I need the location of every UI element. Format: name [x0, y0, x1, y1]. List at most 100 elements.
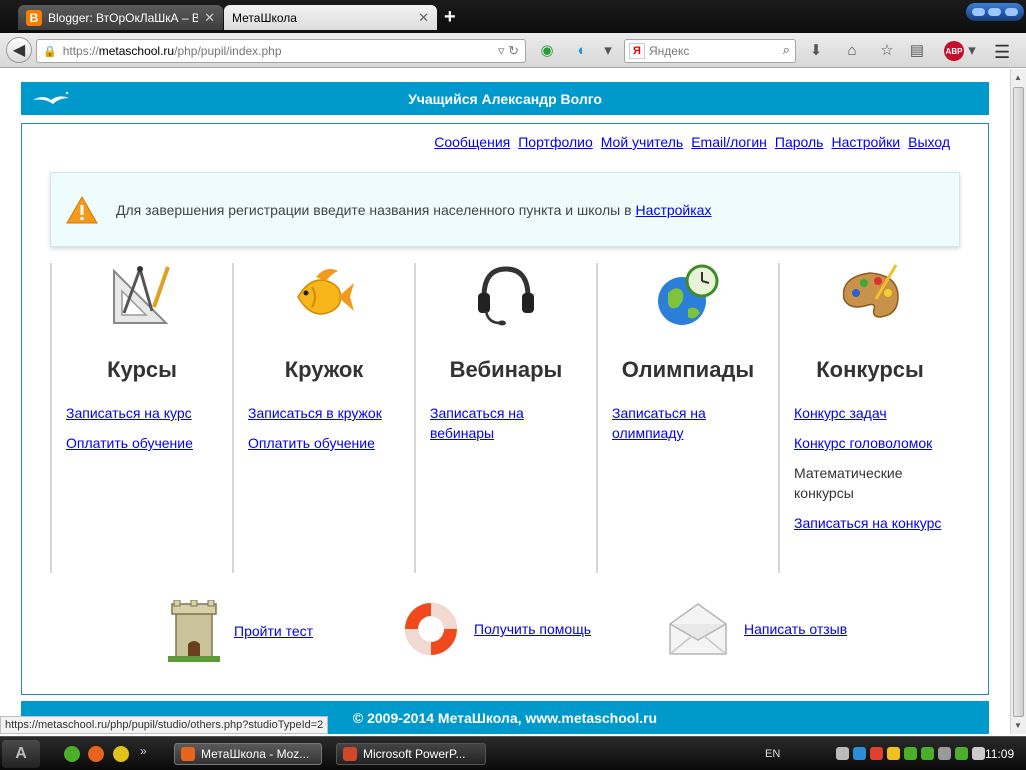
tab-title: Blogger: ВтОрОкЛаШкА – В... — [48, 10, 199, 25]
back-button[interactable]: ◀ — [6, 37, 32, 63]
section-courses: Курсы Записаться на курс Оплатить обучен… — [50, 263, 232, 573]
section-olympiads: Олимпиады Записаться на олимпиаду — [596, 263, 778, 573]
nav-settings[interactable]: Настройки — [831, 134, 900, 150]
new-tab-icon[interactable]: + — [444, 6, 456, 29]
section-links: Записаться на вебинары — [430, 403, 588, 453]
section-webinars: Вебинары Записаться на вебинары — [414, 263, 596, 573]
tray-icon[interactable] — [938, 747, 951, 760]
pay-tuition-link[interactable]: Оплатить обучение — [248, 435, 375, 451]
download-icon[interactable]: ⬇ — [806, 41, 826, 61]
tab-metaschool[interactable]: МетаШкола ✕ — [224, 5, 437, 30]
task-firefox[interactable]: МетаШкола - Moz... — [174, 743, 322, 765]
search-icon[interactable]: ⌕ — [783, 42, 790, 58]
start-button[interactable]: A — [2, 740, 40, 768]
nav-password[interactable]: Пароль — [775, 134, 824, 150]
vertical-scrollbar[interactable]: ▲ ▼ — [1010, 69, 1026, 734]
headset-icon — [478, 266, 534, 326]
nav-my-teacher[interactable]: Мой учитель — [601, 134, 683, 150]
url-path: /php/pupil/index.php — [174, 44, 282, 58]
enroll-olympiad-link[interactable]: Записаться на олимпиаду — [612, 405, 706, 441]
scroll-down-icon[interactable]: ▼ — [1014, 721, 1022, 730]
reload-icon[interactable]: ▿ ↻ — [498, 43, 519, 59]
volume-icon[interactable] — [972, 747, 985, 760]
lifebuoy-icon — [405, 603, 457, 655]
adblock-icon[interactable]: ABP — [944, 41, 964, 61]
page-header: Учащийся Александр Волго — [21, 82, 989, 115]
tray-icon[interactable] — [887, 747, 900, 760]
scrollbar-thumb[interactable] — [1013, 87, 1024, 717]
browser-tab-bar: B Blogger: ВтОрОкЛаШкА – В... ✕ МетаШкол… — [0, 0, 1026, 33]
registration-alert: Для завершения регистрации введите назва… — [50, 172, 960, 247]
star-icon[interactable]: ☆ — [877, 41, 897, 61]
search-placeholder: Яндекс — [649, 44, 690, 58]
section-links: Записаться в кружок Оплатить обучение — [248, 403, 406, 463]
get-help-link[interactable]: Получить помощь — [474, 621, 591, 637]
home-icon[interactable]: ⌂ — [842, 41, 862, 61]
extension-icon[interactable]: ◐ — [572, 41, 592, 61]
scroll-up-icon[interactable]: ▲ — [1014, 73, 1022, 82]
tray-icon[interactable] — [955, 747, 968, 760]
section-links: Записаться на олимпиаду — [612, 403, 770, 453]
firefox-icon[interactable] — [88, 746, 104, 762]
browser-nav-bar: ◀ 🔒 https:// metaschool.ru /php/pupil/in… — [0, 33, 1026, 68]
tab-blogger[interactable]: B Blogger: ВтОрОкЛаШкА – В... ✕ — [18, 5, 223, 30]
envelope-icon — [669, 603, 727, 655]
enroll-club-link[interactable]: Записаться в кружок — [248, 405, 382, 421]
pay-tuition-link[interactable]: Оплатить обучение — [66, 435, 193, 451]
nav-email-login[interactable]: Email/логин — [691, 134, 767, 150]
taskbar: A » МетаШкола - Moz... Microsoft PowerP.… — [0, 736, 1026, 770]
tray-icon[interactable] — [836, 747, 849, 760]
torrent-icon[interactable] — [64, 746, 80, 762]
nav-messages[interactable]: Сообщения — [434, 134, 510, 150]
tray-icon[interactable] — [921, 747, 934, 760]
puzzle-contest-link[interactable]: Конкурс головоломок — [794, 435, 932, 451]
tray-icon[interactable] — [870, 747, 883, 760]
section-club: Кружок Записаться в кружок Оплатить обуч… — [232, 263, 414, 573]
problem-contest-link[interactable]: Конкурс задач — [794, 405, 887, 421]
bird-logo-icon — [33, 91, 69, 104]
task-label: МетаШкола - Moz... — [201, 747, 310, 761]
close-icon[interactable]: ✕ — [204, 10, 215, 26]
write-review-link[interactable]: Написать отзыв — [744, 621, 847, 637]
search-bar[interactable]: Я Яндекс ⌕ — [624, 39, 796, 63]
take-test-item: Пройти тест — [168, 600, 313, 662]
close-icon[interactable]: ✕ — [418, 10, 429, 26]
system-tray — [836, 747, 985, 760]
drafting-tools-icon — [113, 266, 170, 324]
chevron-down-icon[interactable]: ▾ — [962, 41, 982, 61]
sections-row: Курсы Записаться на курс Оплатить обучен… — [50, 263, 960, 573]
task-powerpoint[interactable]: Microsoft PowerP... — [336, 743, 486, 765]
take-test-link[interactable]: Пройти тест — [234, 623, 313, 639]
write-review-item: Написать отзыв — [666, 600, 847, 658]
yandex-icon: Я — [629, 43, 645, 59]
enroll-contest-link[interactable]: Записаться на конкурс — [794, 515, 941, 531]
section-contests: Конкурсы Конкурс задач Конкурс головолом… — [778, 263, 960, 573]
extension-icon[interactable]: ◉ — [537, 41, 557, 61]
enroll-course-link[interactable]: Записаться на курс — [66, 405, 192, 421]
palette-icon — [842, 264, 899, 318]
alert-settings-link[interactable]: Настройках — [636, 202, 712, 218]
chrome-icon[interactable] — [113, 746, 129, 762]
alert-text: Для завершения регистрации введите назва… — [116, 201, 632, 218]
nav-logout[interactable]: Выход — [908, 134, 950, 150]
bottom-actions: Пройти тест Получить помощь Написать отз… — [50, 592, 960, 672]
top-nav: Сообщения Портфолио Мой учитель Email/ло… — [434, 134, 950, 150]
window-controls[interactable] — [966, 3, 1024, 21]
reading-list-icon[interactable]: ▤ — [907, 41, 927, 61]
task-label: Microsoft PowerP... — [363, 747, 466, 761]
language-indicator[interactable]: EN — [765, 748, 780, 760]
tray-icon[interactable] — [853, 747, 866, 760]
url-bar[interactable]: 🔒 https:// metaschool.ru /php/pupil/inde… — [36, 39, 526, 63]
fish-icon — [297, 269, 354, 315]
tray-icon[interactable] — [904, 747, 917, 760]
menu-icon[interactable]: ☰ — [994, 42, 1010, 63]
chevron-right-icon[interactable]: » — [140, 744, 147, 758]
enroll-webinars-link[interactable]: Записаться на вебинары — [430, 405, 524, 441]
castle-tower-icon — [168, 600, 220, 662]
section-title: Курсы — [107, 357, 177, 382]
nav-portfolio[interactable]: Портфолио — [518, 134, 593, 150]
firefox-icon — [181, 747, 195, 761]
page-viewport: Учащийся Александр Волго Сообщения Портф… — [0, 69, 1010, 734]
footer-copyright: © 2009-2014 МетаШкола, www.metaschool.ru — [352, 709, 658, 726]
chevron-down-icon[interactable]: ▾ — [598, 41, 618, 61]
